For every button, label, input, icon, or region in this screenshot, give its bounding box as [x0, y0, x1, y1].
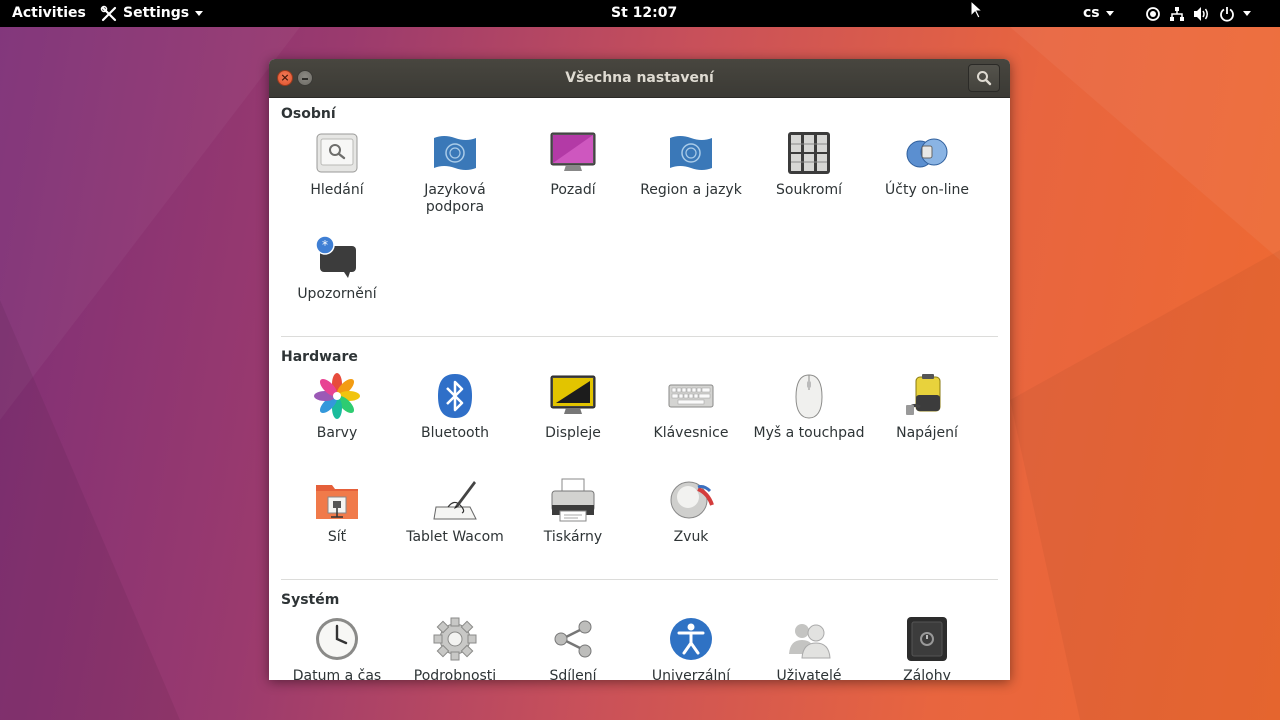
panel-label: Zvuk — [673, 529, 709, 545]
panel-label: Uživatelé — [776, 668, 842, 680]
activities-label: Activities — [12, 5, 86, 21]
panel-label: Jazyková podpora — [424, 182, 486, 215]
window-title: Všechna nastavení — [565, 70, 714, 86]
panel-label: Účty on-line — [885, 182, 969, 198]
printer-icon — [551, 478, 595, 522]
chevron-down-icon — [1243, 11, 1251, 16]
app-menu-label: Settings — [123, 5, 190, 21]
svg-text:*: * — [322, 238, 328, 252]
panel-label: Síť — [327, 529, 347, 545]
sound-speaker-icon — [670, 481, 714, 519]
panel-label: Soukromí — [776, 182, 842, 198]
volume-icon — [1194, 6, 1208, 21]
background-monitor-icon — [550, 132, 596, 171]
panel-label: Hledání — [310, 182, 364, 198]
panel-label: Tablet Wacom — [406, 529, 504, 545]
panel-label: Region a jazyk — [640, 182, 742, 198]
share-icon — [554, 620, 592, 658]
system-menu-button[interactable] — [1145, 0, 1251, 27]
clock-label: St 12:07 — [611, 5, 678, 21]
panel-label: Barvy — [316, 425, 358, 441]
search-button[interactable] — [968, 64, 1000, 92]
keyboard-icon — [668, 384, 714, 408]
language-flag-icon — [434, 136, 476, 170]
app-menu-button[interactable]: Settings — [100, 0, 204, 27]
clock-button[interactable]: St 12:07 — [611, 0, 677, 27]
panel-label: Datum a čas — [292, 668, 382, 680]
settings-window: × Všechna nastavení Osobní Hledání Jazyk… — [269, 59, 1010, 680]
gear-icon — [433, 617, 477, 661]
chevron-down-icon — [1105, 11, 1114, 16]
region-flag-icon — [670, 136, 712, 170]
panel-label: Tiskárny — [543, 529, 603, 545]
panel-label: Napájení — [896, 425, 958, 441]
online-accounts-icon — [906, 138, 948, 168]
search-settings-icon — [316, 133, 358, 173]
record-icon — [1146, 6, 1160, 21]
bluetooth-icon — [438, 374, 472, 418]
keyboard-layout-label: cs — [1083, 5, 1100, 21]
section-title-system: Systém — [281, 592, 340, 608]
clock-icon — [316, 618, 358, 660]
network-folder-icon — [316, 485, 358, 519]
panel-label: Univerzální — [651, 668, 731, 680]
power-icon — [1220, 6, 1234, 22]
panel-label: Bluetooth — [421, 425, 489, 441]
panel-label: Displeje — [545, 425, 601, 441]
users-icon — [789, 624, 831, 659]
chevron-down-icon — [195, 11, 204, 16]
display-icon — [550, 375, 596, 414]
mouse-icon — [795, 374, 823, 419]
section-title-hardware: Hardware — [281, 349, 358, 365]
section-title-personal: Osobní — [281, 106, 336, 122]
color-flower-icon — [314, 373, 360, 419]
backup-safe-icon — [907, 617, 947, 661]
settings-tools-icon — [100, 5, 117, 21]
panel-label: Klávesnice — [653, 425, 729, 441]
power-battery-icon — [906, 374, 941, 415]
section-separator — [281, 336, 998, 337]
panel-label: Pozadí — [550, 182, 596, 198]
notifications-icon: * — [315, 235, 356, 278]
window-titlebar[interactable]: × Všechna nastavení — [269, 59, 1010, 98]
privacy-lock-icon — [788, 132, 830, 174]
panel-label: Myš a touchpad — [753, 425, 865, 441]
panel-label: Podrobnosti — [413, 668, 497, 680]
top-bar: Activities Settings St 12:07 cs — [0, 0, 1280, 27]
panel-label: Zálohy — [903, 668, 951, 680]
network-wired-icon — [1170, 6, 1184, 21]
keyboard-layout-button[interactable]: cs — [1083, 0, 1114, 27]
panel-label: Upozornění — [297, 286, 377, 302]
mouse-cursor-icon — [970, 0, 984, 19]
panel-label: Sdílení — [549, 668, 597, 680]
activities-button[interactable]: Activities — [12, 0, 86, 27]
wacom-tablet-icon — [433, 481, 477, 520]
section-separator — [281, 579, 998, 580]
search-icon — [977, 71, 992, 86]
accessibility-icon — [670, 618, 712, 660]
